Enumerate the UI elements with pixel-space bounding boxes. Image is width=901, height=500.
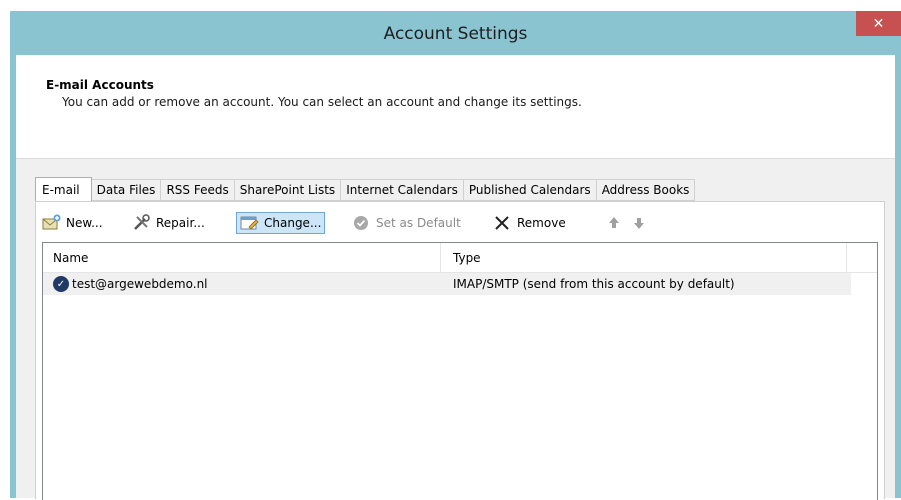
arrow-up-icon xyxy=(605,214,625,232)
header-description: You can add or remove an account. You ca… xyxy=(62,95,582,109)
column-header-type[interactable]: Type xyxy=(441,243,847,272)
check-circle-icon xyxy=(352,214,372,232)
table-row[interactable]: ✓ test@argewebdemo.nl IMAP/SMTP (send fr… xyxy=(43,273,851,295)
remove-button-label: Remove xyxy=(517,216,566,230)
list-header: Name Type xyxy=(43,243,877,273)
close-button[interactable]: ✕ xyxy=(856,11,901,36)
move-up-button[interactable] xyxy=(605,212,629,234)
dialog-body: E-mail Accounts You can add or remove an… xyxy=(16,55,895,500)
account-list[interactable]: Name Type ✓ test@argewebdemo.nl IMAP/SMT… xyxy=(42,242,878,500)
new-button[interactable]: New... xyxy=(42,212,103,234)
remove-button[interactable]: Remove xyxy=(493,212,566,234)
tab-sharepoint-lists[interactable]: SharePoint Lists xyxy=(234,179,342,201)
x-icon xyxy=(493,214,513,232)
move-down-button[interactable] xyxy=(630,212,654,234)
repair-tools-icon xyxy=(132,214,152,232)
header-title: E-mail Accounts xyxy=(46,78,154,92)
tab-strip: E-mail Data Files RSS Feeds SharePoint L… xyxy=(35,177,696,202)
repair-button[interactable]: Repair... xyxy=(132,212,205,234)
default-account-check-icon: ✓ xyxy=(53,276,69,292)
header-panel: E-mail Accounts You can add or remove an… xyxy=(16,55,895,159)
account-type-cell: IMAP/SMTP (send from this account by def… xyxy=(453,277,735,291)
change-settings-icon xyxy=(240,214,260,232)
column-header-name[interactable]: Name xyxy=(43,243,441,272)
change-button[interactable]: Change... xyxy=(236,212,326,234)
tab-published-calendars[interactable]: Published Calendars xyxy=(463,179,597,201)
tab-internet-calendars[interactable]: Internet Calendars xyxy=(341,179,464,201)
new-button-label: New... xyxy=(66,216,103,230)
email-tab-page: New... Repair... Change... Set as Defaul… xyxy=(35,201,885,500)
tab-data-files[interactable]: Data Files xyxy=(91,179,162,201)
title-bar[interactable]: Account Settings ✕ xyxy=(10,11,901,55)
set-as-default-button[interactable]: Set as Default xyxy=(352,212,461,234)
arrow-down-icon xyxy=(630,214,650,232)
tab-rss-feeds[interactable]: RSS Feeds xyxy=(161,179,235,201)
account-settings-window: Account Settings ✕ E-mail Accounts You c… xyxy=(10,11,901,500)
column-header-filler xyxy=(847,243,877,272)
account-name-cell: ✓ test@argewebdemo.nl xyxy=(53,273,208,295)
new-account-icon xyxy=(42,214,62,232)
change-button-label: Change... xyxy=(264,216,322,230)
account-name: test@argewebdemo.nl xyxy=(72,277,208,291)
toolbar: New... Repair... Change... Set as Defaul… xyxy=(42,210,842,236)
tab-address-books[interactable]: Address Books xyxy=(596,179,696,201)
window-title: Account Settings xyxy=(383,24,528,44)
tab-email[interactable]: E-mail xyxy=(35,177,92,201)
repair-button-label: Repair... xyxy=(156,216,205,230)
set-as-default-label: Set as Default xyxy=(376,216,461,230)
